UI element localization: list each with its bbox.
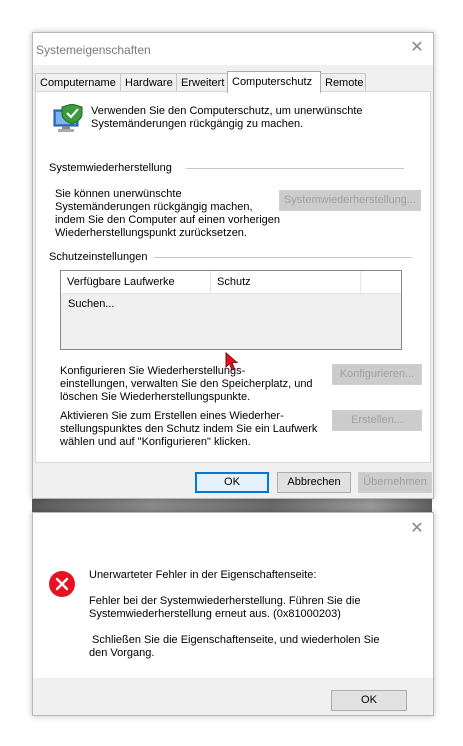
configure-button[interactable]: Konfigurieren... xyxy=(332,364,422,385)
tab-erweitert[interactable]: Erweitert xyxy=(176,73,228,92)
window-title: Systemeigenschaften xyxy=(36,43,151,57)
create-line: Aktivieren Sie zum Erstellen eines Wiede… xyxy=(60,410,284,422)
close-icon[interactable]: ✕ xyxy=(407,519,427,539)
system-properties-window: Systemeigenschaften ✕ Computername Hardw… xyxy=(32,32,434,499)
group-divider xyxy=(154,257,412,258)
tab-computername[interactable]: Computername xyxy=(35,73,121,92)
tab-remote[interactable]: Remote xyxy=(320,73,366,92)
error-line: Fehler bei der Systemwiederherstellung. … xyxy=(89,595,361,607)
error-message: Unerwarteter Fehler in der Eigenschaften… xyxy=(89,569,419,660)
tab-computerschutz[interactable]: Computerschutz xyxy=(227,71,321,93)
error-heading: Unerwarteter Fehler in der Eigenschaften… xyxy=(89,569,317,581)
configure-description: Konfigurieren Sie Wiederherstellungs- ei… xyxy=(60,365,313,404)
error-line: Schließen Sie die Eigenschaftenseite, un… xyxy=(89,634,380,646)
protection-group-label: Schutzeinstellungen xyxy=(49,251,148,263)
apply-button[interactable]: Übernehmen xyxy=(358,472,432,493)
error-ok-button[interactable]: OK xyxy=(331,690,407,711)
ok-button[interactable]: OK xyxy=(195,472,269,493)
configure-line: einstellungen, verwalten Sie den Speiche… xyxy=(60,378,313,390)
title-bar[interactable]: Systemeigenschaften ✕ xyxy=(33,33,433,65)
system-protection-icon xyxy=(50,103,84,137)
restore-group-label: Systemwiederherstellung xyxy=(49,162,172,174)
create-line: stellungspunktes den Schutz indem Sie ei… xyxy=(60,423,318,435)
system-restore-button[interactable]: Systemwiederherstellung... xyxy=(279,190,421,211)
configure-line: Konfigurieren Sie Wiederherstellungs- xyxy=(60,365,246,377)
restore-line: Wiederherstellungspunkt zurücksetzen. xyxy=(55,227,247,239)
intro-line-2: Systemänderungen rückgängig zu machen. xyxy=(91,118,304,130)
searching-text: Suchen... xyxy=(68,298,115,310)
error-icon xyxy=(48,570,76,601)
mouse-cursor-icon xyxy=(225,351,239,375)
create-button[interactable]: Erstellen... xyxy=(332,410,422,431)
drives-listview[interactable]: Verfügbare Laufwerke Schutz Suchen... xyxy=(60,270,402,350)
column-header-drives[interactable]: Verfügbare Laufwerke xyxy=(61,271,211,293)
listview-header: Verfügbare Laufwerke Schutz xyxy=(61,271,401,294)
tab-panel-computerschutz: Verwenden Sie den Computerschutz, um une… xyxy=(35,91,431,463)
group-divider xyxy=(186,168,404,169)
restore-line: Sie können unerwünschte xyxy=(55,188,182,200)
restore-description: Sie können unerwünschte Systemänderungen… xyxy=(55,188,280,240)
error-message-area: ✕ Unerwarteter Fehler in der Eigenschaft… xyxy=(33,513,433,678)
tab-hardware[interactable]: Hardware xyxy=(120,73,177,92)
restore-line: indem Sie den Computer auf einen vorheri… xyxy=(55,214,281,226)
configure-line: löschen Sie Wiederherstellungspunkte. xyxy=(60,391,251,403)
error-line: Systemwiederherstellung erneut aus. (0x8… xyxy=(89,608,341,620)
intro-text: Verwenden Sie den Computerschutz, um une… xyxy=(91,105,363,131)
column-header-protection[interactable]: Schutz xyxy=(211,271,361,293)
intro-line-1: Verwenden Sie den Computerschutz, um une… xyxy=(91,105,363,117)
create-description: Aktivieren Sie zum Erstellen eines Wiede… xyxy=(60,410,317,449)
error-line: den Vorgang. xyxy=(89,647,155,659)
error-dialog: ✕ Unerwarteter Fehler in der Eigenschaft… xyxy=(32,512,434,716)
restore-line: Systemänderungen rückgängig machen, xyxy=(55,201,253,213)
close-icon[interactable]: ✕ xyxy=(407,38,427,58)
cancel-button[interactable]: Abbrechen xyxy=(277,472,351,493)
create-line: wählen und auf "Konfigurieren" klicken. xyxy=(60,436,251,448)
